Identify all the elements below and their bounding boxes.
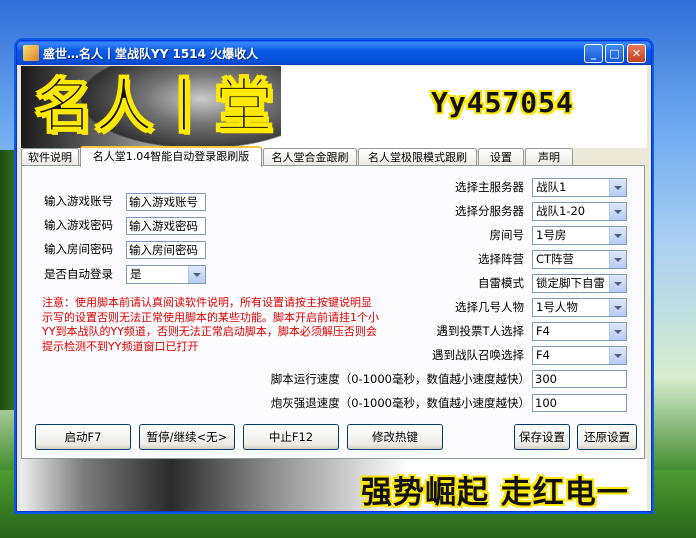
- main-server-value: 战队1: [536, 180, 567, 194]
- camp-value: CT阵营: [536, 252, 575, 266]
- run-speed-input[interactable]: 300: [532, 370, 627, 388]
- vote-kick-label: 遇到投票T人选择: [436, 324, 524, 338]
- ash-speed-input[interactable]: 100: [532, 394, 627, 412]
- tab-panel: 输入游戏账号 输入游戏账号 输入游戏密码 输入游戏密码 输入房间密码 输入房间密…: [21, 165, 645, 459]
- tab-readme[interactable]: 软件说明: [21, 148, 79, 165]
- mine-mode-value: 锁定脚下自雷: [536, 276, 605, 290]
- chevron-down-icon[interactable]: [609, 323, 626, 340]
- room-number-select[interactable]: 1号房: [532, 226, 627, 245]
- close-button[interactable]: ✕: [627, 44, 646, 63]
- chevron-down-icon[interactable]: [188, 266, 205, 283]
- camp-label: 选择阵营: [478, 252, 524, 266]
- tab-extreme[interactable]: 名人堂极限模式跟刷: [358, 148, 477, 165]
- window-title: 盛世…名人丨堂战队YY 1514 火爆收人: [43, 47, 259, 61]
- chevron-down-icon[interactable]: [609, 299, 626, 316]
- main-server-select[interactable]: 战队1: [532, 178, 627, 197]
- mine-mode-label: 自雷模式: [478, 276, 524, 290]
- run-speed-label: 脚本运行速度（0-1000毫秒，数值越小速度越快）: [270, 372, 530, 386]
- header-banner: 名人丨堂 Yy457054: [21, 66, 647, 148]
- password-label: 输入游戏密码: [44, 218, 113, 232]
- team-summon-value: F4: [536, 348, 550, 362]
- sub-server-label: 选择分服务器: [455, 204, 524, 218]
- sub-server-value: 战队1-20: [536, 204, 586, 218]
- minimize-button[interactable]: _: [584, 44, 603, 63]
- maximize-button[interactable]: □: [605, 44, 624, 63]
- vote-kick-select[interactable]: F4: [532, 322, 627, 341]
- stop-button[interactable]: 中止F12: [243, 424, 339, 450]
- tab-settings[interactable]: 设置: [478, 148, 524, 165]
- chevron-down-icon[interactable]: [609, 347, 626, 364]
- chevron-down-icon[interactable]: [609, 275, 626, 292]
- vote-kick-value: F4: [536, 324, 550, 338]
- camp-select[interactable]: CT阵营: [532, 250, 627, 269]
- auto-login-select[interactable]: 是: [126, 265, 206, 284]
- notice-text: 注意：使用脚本前请认真阅读软件说明，所有设置请按主按键说明显示写的设置否则无法正…: [42, 296, 379, 353]
- account-input[interactable]: 输入游戏账号: [126, 193, 206, 211]
- character-label: 选择几号人物: [455, 300, 524, 314]
- pause-button[interactable]: 暂停/继续<无>: [139, 424, 235, 450]
- sub-server-select[interactable]: 战队1-20: [532, 202, 627, 221]
- start-button[interactable]: 启动F7: [35, 424, 131, 450]
- room-password-label: 输入房间密码: [44, 242, 113, 256]
- auto-login-value: 是: [130, 267, 142, 281]
- restore-settings-button[interactable]: 还原设置: [577, 424, 637, 450]
- character-value: 1号人物: [536, 300, 578, 314]
- room-password-input[interactable]: 输入房间密码: [126, 241, 206, 259]
- team-summon-label: 遇到战队召唤选择: [432, 348, 524, 362]
- account-label: 输入游戏账号: [44, 194, 113, 208]
- room-number-value: 1号房: [536, 228, 567, 242]
- password-input[interactable]: 输入游戏密码: [126, 217, 206, 235]
- tab-statement[interactable]: 声明: [525, 148, 573, 165]
- save-settings-button[interactable]: 保存设置: [514, 424, 570, 450]
- character-select[interactable]: 1号人物: [532, 298, 627, 317]
- mine-mode-select[interactable]: 锁定脚下自雷: [532, 274, 627, 293]
- chevron-down-icon[interactable]: [609, 203, 626, 220]
- banner-title: 名人丨堂: [34, 72, 276, 140]
- tab-smart-login[interactable]: 名人堂1.04智能自动登录跟刷版: [80, 146, 262, 167]
- ash-speed-label: 炮灰强退速度（0-1000毫秒，数值越小速度越快）: [270, 396, 530, 410]
- footer-banner: 强势崛起 走红电一: [21, 459, 647, 511]
- chevron-down-icon[interactable]: [609, 179, 626, 196]
- slogan-text: 强势崛起 走红电一: [361, 475, 629, 511]
- app-icon: [23, 45, 39, 61]
- main-server-label: 选择主服务器: [455, 180, 524, 194]
- auto-login-label: 是否自动登录: [44, 267, 113, 281]
- room-number-label: 房间号: [489, 228, 525, 242]
- app-window: 盛世…名人丨堂战队YY 1514 火爆收人 _ □ ✕ 名人丨堂 Yy45705…: [16, 40, 652, 512]
- chevron-down-icon[interactable]: [609, 251, 626, 268]
- tab-alloy[interactable]: 名人堂合金跟刷: [263, 148, 357, 165]
- hotkey-button[interactable]: 修改热键: [347, 424, 443, 450]
- banner-id: Yy457054: [431, 86, 574, 119]
- title-bar[interactable]: 盛世…名人丨堂战队YY 1514 火爆收人 _ □ ✕: [17, 41, 651, 65]
- team-summon-select[interactable]: F4: [532, 346, 627, 365]
- chevron-down-icon[interactable]: [609, 227, 626, 244]
